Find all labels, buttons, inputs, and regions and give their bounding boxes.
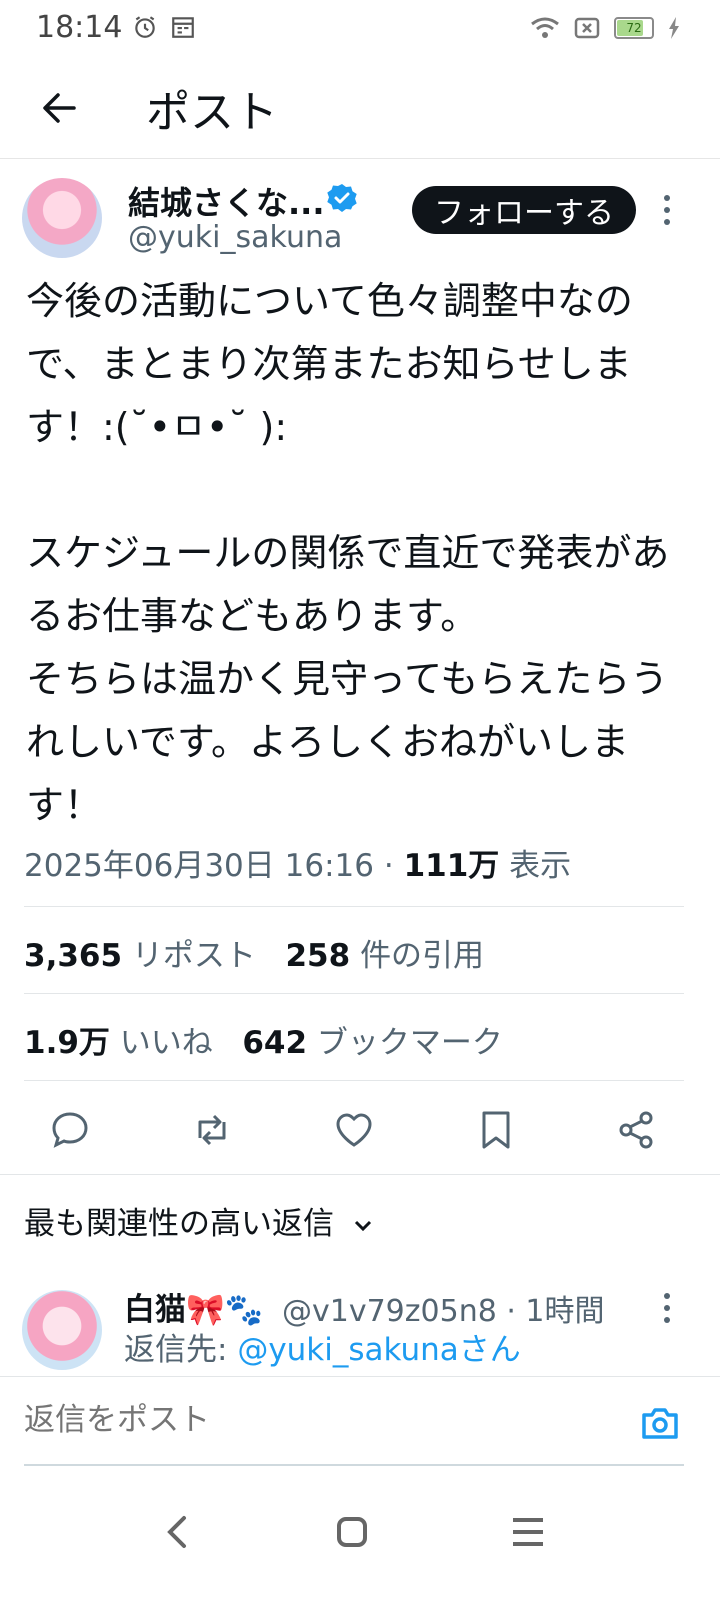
quotes-label: 件の引用: [360, 938, 485, 974]
post-datetime[interactable]: 2025年06月30日 16:16: [24, 848, 374, 884]
nav-menu-icon[interactable]: [498, 1502, 558, 1562]
reposts-stat[interactable]: 3,365 リポスト: [24, 938, 256, 974]
reposts-label: リポスト: [131, 938, 256, 974]
post-body-text: 今後の活動について色々調整中なので、まとまり次第またお知らせします！:(˘•ㅁ•…: [26, 279, 670, 827]
reply-more-options-icon[interactable]: [662, 1290, 672, 1330]
reply-input[interactable]: [24, 1395, 604, 1445]
divider: [24, 906, 684, 907]
reply-sort-label: 最も関連性の高い返信: [24, 1206, 334, 1242]
nav-back-icon[interactable]: [148, 1502, 208, 1562]
chevron-down-icon: [354, 1220, 371, 1232]
divider: [0, 1174, 720, 1175]
divider: [24, 993, 684, 994]
like-heart-icon[interactable]: [332, 1108, 376, 1152]
quotes-count: 258: [285, 938, 351, 974]
author-avatar[interactable]: [22, 178, 102, 258]
no-sim-icon: [574, 17, 600, 39]
system-navigation-bar: [0, 1470, 720, 1600]
reposts-count: 3,365: [24, 938, 123, 974]
reply-author-name[interactable]: 白猫🎀🐾: [124, 1284, 263, 1329]
battery-indicator: 72: [614, 17, 654, 39]
views-label: 表示: [509, 848, 572, 884]
quotes-stat[interactable]: 258 件の引用: [285, 938, 484, 974]
meta-separator: ·: [383, 848, 394, 884]
wifi-icon: [531, 17, 559, 38]
views-count: 111万: [403, 848, 500, 884]
reply-avatar[interactable]: [22, 1290, 102, 1370]
reply-compose-bar: [0, 1376, 720, 1467]
like-bookmark-stats: 1.9万 いいね 642 ブックマーク: [24, 1017, 503, 1062]
status-time: 18:14: [36, 10, 123, 45]
likes-stat[interactable]: 1.9万 いいね: [24, 1025, 213, 1061]
charging-icon: [669, 17, 679, 39]
author-name[interactable]: 結城さくな...: [128, 178, 324, 224]
page-title: ポスト: [146, 87, 278, 138]
repost-quote-stats: 3,365 リポスト 258 件の引用: [24, 930, 484, 975]
post-metadata: 2025年06月30日 16:16 · 111万 表示: [24, 840, 571, 885]
bookmarks-count: 642: [242, 1025, 308, 1061]
post-action-bar: [0, 1090, 720, 1174]
status-bar: 18:14 72: [0, 0, 720, 62]
back-arrow-icon[interactable]: [36, 84, 84, 132]
verified-badge-icon: [327, 184, 357, 212]
alarm-icon: [135, 16, 155, 38]
reply-sort-dropdown[interactable]: 最も関連性の高い返信: [24, 1198, 374, 1243]
reply-to-prefix: 返信先:: [124, 1332, 238, 1368]
likes-count: 1.9万: [24, 1025, 110, 1061]
camera-icon[interactable]: [640, 1405, 680, 1441]
reply-icon[interactable]: [48, 1108, 92, 1152]
repost-icon[interactable]: [190, 1108, 234, 1152]
reply-to-handle[interactable]: @yuki_sakunaさん: [237, 1332, 521, 1368]
author-handle[interactable]: @yuki_sakuna: [128, 220, 342, 255]
top-app-bar: ポスト: [0, 62, 720, 159]
likes-label: いいね: [119, 1025, 213, 1061]
follow-button[interactable]: フォローする: [412, 186, 636, 234]
divider: [24, 1080, 684, 1081]
bookmarks-stat[interactable]: 642 ブックマーク: [242, 1025, 503, 1061]
compose-underline: [24, 1464, 684, 1466]
share-icon[interactable]: [614, 1108, 658, 1152]
nav-home-icon[interactable]: [322, 1502, 382, 1562]
reply-to-line: 返信先: @yuki_sakunaさん: [124, 1324, 521, 1369]
bookmarks-label: ブックマーク: [316, 1025, 503, 1061]
calendar-icon: [172, 17, 194, 38]
bookmark-icon[interactable]: [474, 1108, 518, 1152]
more-options-icon[interactable]: [662, 192, 672, 232]
